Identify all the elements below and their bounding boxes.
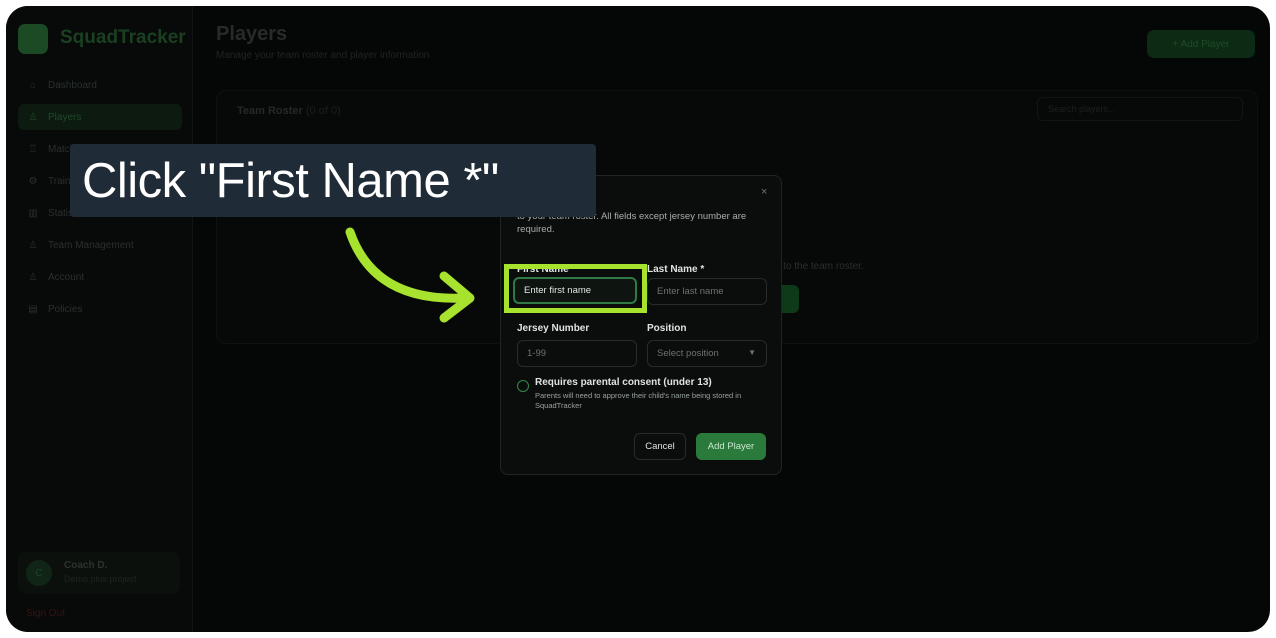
user-icon: ♙ (28, 271, 38, 283)
roster-title: Team Roster (0 of 0) (237, 105, 341, 117)
sidebar-item-account[interactable]: ♙ Account (18, 264, 182, 290)
user-subtitle: Demo plus project (64, 574, 137, 584)
screen-frame: SquadTracker ⌂ Dashboard ♙ Players ♖ Mat… (6, 6, 1270, 632)
position-select-value: Select position (657, 348, 719, 359)
users-icon: ♙ (28, 111, 38, 123)
sidebar: SquadTracker ⌂ Dashboard ♙ Players ♖ Mat… (6, 6, 193, 632)
parental-consent-label: Requires parental consent (under 13) (535, 377, 712, 388)
chart-icon: ▥ (28, 207, 38, 219)
user-name: Coach D. (64, 560, 108, 571)
last-name-label: Last Name * (647, 264, 705, 275)
avatar: C (26, 560, 52, 586)
sidebar-item-players[interactable]: ♙ Players (18, 104, 182, 130)
sidebar-item-label: Team Management (48, 239, 134, 251)
document-icon: ▤ (28, 303, 38, 315)
add-player-dialog: × er to your team roster. All fields exc… (500, 175, 782, 475)
sidebar-item-label: Players (48, 111, 82, 123)
sidebar-item-team-management[interactable]: ♙ Team Management (18, 232, 182, 258)
sign-out-link[interactable]: Sign Out (26, 608, 65, 619)
cancel-button[interactable]: Cancel (634, 433, 686, 460)
close-icon[interactable]: × (761, 186, 767, 198)
roster-count: (0 of 0) (305, 105, 341, 117)
sidebar-item-label: Policies (48, 303, 83, 315)
jersey-number-input[interactable]: 1-99 (517, 340, 637, 367)
instruction-callout: Click "First Name *" (70, 144, 596, 217)
empty-state-text: r to the team roster. (777, 261, 864, 272)
roster-title-text: Team Roster (237, 105, 303, 117)
position-label: Position (647, 323, 687, 334)
home-icon: ⌂ (29, 79, 37, 91)
last-name-input[interactable]: Enter last name (647, 278, 767, 305)
user-card[interactable]: C Coach D. Demo plus project (18, 552, 180, 594)
search-input[interactable]: Search players... (1037, 97, 1243, 121)
brand-name: SquadTracker (60, 27, 186, 48)
team-icon: ♙ (28, 239, 38, 251)
page-subtitle: Manage your team roster and player infor… (216, 50, 430, 61)
position-select[interactable]: Select position ▼ (647, 340, 767, 367)
sidebar-item-label: Account (48, 271, 85, 283)
sidebar-item-policies[interactable]: ▤ Policies (18, 296, 182, 322)
chevron-down-icon: ▼ (748, 348, 756, 357)
app: SquadTracker ⌂ Dashboard ♙ Players ♖ Mat… (6, 6, 1270, 632)
trophy-icon: ♖ (28, 143, 38, 155)
parental-consent-checkbox[interactable] (517, 380, 529, 392)
sidebar-item-dashboard[interactable]: ⌂ Dashboard (18, 72, 182, 98)
training-icon: ⚙ (28, 175, 38, 187)
sidebar-item-label: Dashboard (48, 79, 97, 91)
logo-icon (18, 24, 48, 54)
add-player-submit-button[interactable]: Add Player (696, 433, 766, 460)
jersey-number-label: Jersey Number (517, 323, 590, 334)
add-player-header-button[interactable]: + Add Player (1147, 30, 1255, 58)
pointer-arrow-icon (345, 227, 475, 323)
target-highlight-box (504, 264, 647, 313)
parental-consent-description: Parents will need to approve their child… (535, 391, 742, 410)
page-title: Players (216, 23, 288, 45)
